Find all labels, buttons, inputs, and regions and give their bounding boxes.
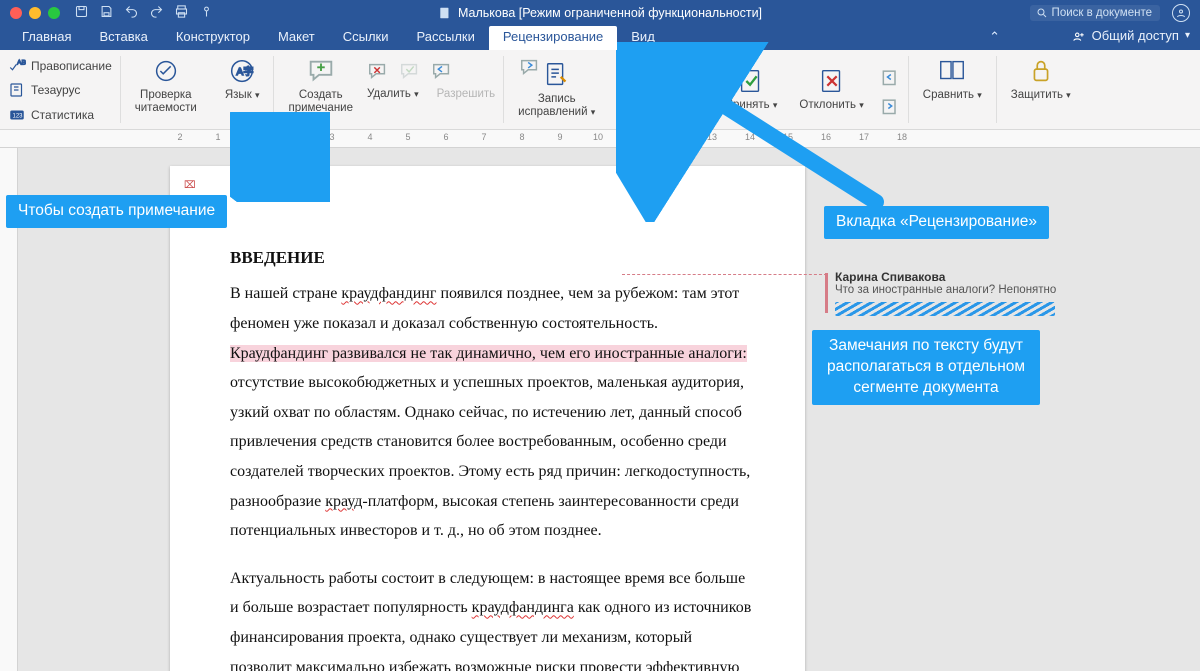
comment-connector xyxy=(622,274,827,275)
delete-comment-button[interactable] xyxy=(367,60,389,82)
ribbon-tabs: Главная Вставка Конструктор Макет Ссылки… xyxy=(0,26,1200,50)
ruler-tick: 2 xyxy=(291,132,296,142)
comment-text: Что за иностранные аналоги? Непонятно xyxy=(835,284,1180,296)
window-controls xyxy=(0,7,60,19)
annotation-side-panel: Замечания по тексту будут располагаться … xyxy=(812,330,1040,405)
ruler-tick: 11 xyxy=(631,132,640,142)
compare-group: Сравнить ▾ xyxy=(909,50,996,129)
language-group: A字 Язык ▾ xyxy=(211,50,274,129)
ruler-tick: 2 xyxy=(177,132,182,142)
heading: ВВЕДЕНИЕ xyxy=(230,242,755,273)
ruler-tick: 14 xyxy=(745,132,755,142)
tab-mailings[interactable]: Рассылки xyxy=(403,26,489,50)
accept-button[interactable]: Принять ▾ xyxy=(719,64,784,114)
user-account-icon[interactable] xyxy=(1172,4,1190,22)
share-label: Общий доступ xyxy=(1092,28,1179,43)
search-placeholder: Поиск в документе xyxy=(1052,7,1152,19)
svg-text:123: 123 xyxy=(13,113,24,119)
comment-author: Карина Спивакова xyxy=(835,270,1180,284)
search-box[interactable]: Поиск в документе xyxy=(1030,5,1160,21)
language-button[interactable]: A字 Язык ▾ xyxy=(219,54,266,104)
statistics-button[interactable]: 123 Статистика xyxy=(8,105,94,125)
page-marker-icon: ⌧ xyxy=(184,180,196,191)
protect-group: Защитить ▾ xyxy=(997,50,1085,129)
undo-icon[interactable] xyxy=(124,4,139,22)
annotation-create-note: Чтобы создать примечание xyxy=(6,195,227,228)
resolve-label: Разрешить xyxy=(437,88,496,100)
quick-access-toolbar xyxy=(74,4,214,22)
ruler-tick: 16 xyxy=(821,132,831,142)
search-icon xyxy=(1036,7,1048,19)
new-comment-button[interactable]: Создатьпримечание xyxy=(282,54,359,117)
prev-comment-button[interactable] xyxy=(431,60,453,82)
tab-review[interactable]: Рецензирование xyxy=(489,26,617,50)
title-text: Малькова [Режим ограниченной функциональ… xyxy=(458,6,762,20)
annotation-review-tab: Вкладка «Рецензирование» xyxy=(824,206,1049,239)
resolve-comment-button xyxy=(399,60,421,82)
tab-home[interactable]: Главная xyxy=(8,26,85,50)
prev-change-button[interactable] xyxy=(880,67,900,90)
word-doc-icon xyxy=(438,6,452,20)
svg-text:ABC: ABC xyxy=(17,60,26,67)
fullscreen-window-icon[interactable] xyxy=(48,7,60,19)
collapse-ribbon-icon[interactable]: ⌃ xyxy=(989,29,1000,45)
ruler-tick: 1 xyxy=(253,132,258,142)
comment-card[interactable]: Карина Спивакова Что за иностранные анал… xyxy=(825,270,1180,316)
tab-references[interactable]: Ссылки xyxy=(329,26,403,50)
ruler-tick: 12 xyxy=(669,132,679,142)
paragraph-2: Актуальность работы состоит в следующем:… xyxy=(230,564,755,671)
tab-insert[interactable]: Вставка xyxy=(85,26,161,50)
ruler-tick: 5 xyxy=(405,132,410,142)
document-title: Малькова [Режим ограниченной функциональ… xyxy=(438,6,762,20)
ruler-tick: 17 xyxy=(859,132,869,142)
compare-button[interactable]: Сравнить ▾ xyxy=(917,54,988,104)
ruler-tick: 15 xyxy=(783,132,793,142)
comment-indicator-bar xyxy=(825,273,828,313)
protect-button[interactable]: Защитить ▾ xyxy=(1005,54,1077,104)
redo-icon[interactable] xyxy=(149,4,164,22)
thesaurus-button[interactable]: Тезаурус xyxy=(8,80,80,100)
print-icon[interactable] xyxy=(174,4,189,22)
ribbon: ABC Правописание Тезаурус 123 Статистика… xyxy=(0,50,1200,130)
title-bar: Малькова [Режим ограниченной функциональ… xyxy=(0,0,1200,26)
reject-button[interactable]: Отклонить ▾ xyxy=(793,64,869,114)
tab-design[interactable]: Конструктор xyxy=(162,26,264,50)
ruler-tick: 8 xyxy=(519,132,524,142)
tab-layout[interactable]: Макет xyxy=(264,26,329,50)
ruler-tick: 3 xyxy=(329,132,334,142)
ruler-tick: 13 xyxy=(707,132,717,142)
svg-text:A字: A字 xyxy=(237,65,254,78)
save-alt-icon[interactable] xyxy=(99,4,114,22)
highlighted-text: Краудфандинг развивался не так динамично… xyxy=(230,345,747,362)
spelling-button[interactable]: ABC Правописание xyxy=(8,56,112,76)
page: ⌧ ВВЕДЕНИЕ В нашей стране краудфандинг п… xyxy=(170,166,805,671)
comments-group: Создатьпримечание Удалить ▾ Разрешить xyxy=(274,50,503,129)
ruler-tick: 1 xyxy=(215,132,220,142)
readability-button[interactable]: Проверкачитаемости xyxy=(129,54,203,117)
comment-redaction-icon xyxy=(835,302,1055,316)
touch-mode-icon[interactable] xyxy=(199,4,214,22)
ruler-tick: 6 xyxy=(443,132,448,142)
ruler-tick: 10 xyxy=(593,132,603,142)
ruler-tick: 4 xyxy=(367,132,372,142)
document-body[interactable]: ВВЕДЕНИЕ В нашей стране краудфандинг поя… xyxy=(230,242,755,671)
close-window-icon[interactable] xyxy=(10,7,22,19)
next-change-button[interactable] xyxy=(880,96,900,119)
minimize-window-icon[interactable] xyxy=(29,7,41,19)
share-button[interactable]: Общий доступ ▾ xyxy=(1072,26,1190,43)
proofing-group: ABC Правописание Тезаурус 123 Статистика xyxy=(0,50,120,129)
paragraph-1: В нашей стране краудфандинг появился поз… xyxy=(230,279,755,545)
ruler-tick: 7 xyxy=(481,132,486,142)
readability-group: Проверкачитаемости xyxy=(121,50,211,129)
next-comment-button[interactable] xyxy=(519,56,647,81)
save-icon[interactable] xyxy=(74,4,89,22)
ruler-tick: 18 xyxy=(897,132,907,142)
horizontal-ruler[interactable]: 21123456789101112131415161718 xyxy=(0,130,1200,148)
changes-group: Принять ▾ Отклонить ▾ xyxy=(711,50,908,129)
ruler-tick: 9 xyxy=(557,132,562,142)
delete-label: Удалить ▾ xyxy=(367,88,419,100)
tab-view[interactable]: Вид xyxy=(617,26,669,50)
